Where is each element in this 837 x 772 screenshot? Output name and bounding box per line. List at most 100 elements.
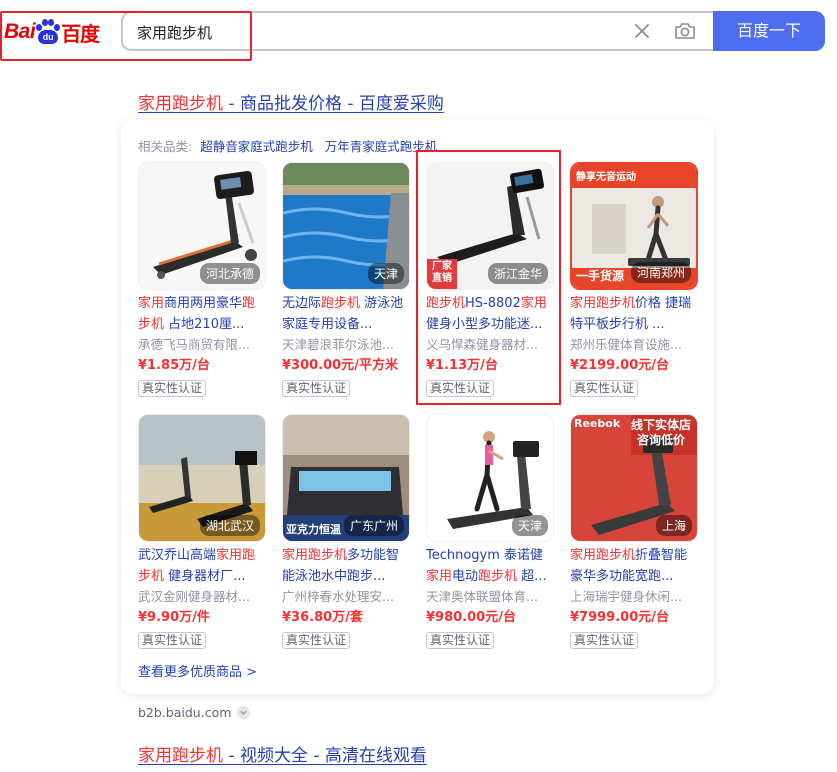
product-item[interactable]: 天津 无边际跑步机 游泳池 家庭专用设备... 天津碧浪菲尔泳池... ¥300… — [282, 162, 410, 397]
clear-icon[interactable] — [632, 21, 652, 41]
name-part: 商用两用豪华 — [164, 296, 243, 311]
product-item[interactable]: 天津 Technogym 泰诺健家用电动跑步机 超... 天津奥体联盟体育...… — [426, 414, 554, 649]
product-location: 上海 — [655, 515, 692, 536]
name-part: Technogym 泰诺健 — [426, 548, 544, 563]
name-part: 跑步机 — [478, 569, 518, 584]
product-seller[interactable]: 天津碧浪菲尔泳池... — [282, 335, 410, 355]
product-price: ¥7999.00元/台 — [570, 610, 670, 625]
image-overlay-text: 线下实体店 咨询低价 — [630, 418, 691, 447]
result-source[interactable]: b2b.baidu.com — [138, 705, 251, 720]
baidu-logo[interactable]: Bai du 百度 — [4, 14, 100, 50]
name-part: 家用跑步机 — [282, 548, 348, 563]
product-item[interactable]: 静享无音运动 一手货源 河南郑州 家用跑步机价格 捷瑞特平板步行机 ... 郑州… — [570, 162, 698, 397]
product-seller[interactable]: 天津奥体联盟体育... — [426, 587, 554, 607]
related-link-2[interactable]: 万年青家庭式跑步机 — [325, 139, 438, 154]
search-box[interactable]: 家用跑步机 — [121, 11, 714, 51]
product-image[interactable]: 湖北武汉 — [138, 414, 266, 542]
product-price: ¥1.85万/台 — [138, 358, 210, 373]
verified-badge: 真实性认证 — [282, 632, 351, 649]
chevron-down-icon[interactable] — [237, 706, 251, 719]
product-name[interactable]: 武汉乔山高端家用跑步机 健身器材厂... — [138, 545, 266, 587]
image-overlay-text: 亚克力恒温 — [286, 523, 341, 536]
result-title-2[interactable]: 家用跑步机 - 视频大全 - 高清在线观看 — [138, 741, 427, 766]
product-seller[interactable]: 广州梓春水处理安... — [282, 587, 410, 607]
name-part: HS-8802 — [465, 296, 521, 311]
product-image[interactable]: 厂家直销 浙江金华 — [426, 162, 554, 290]
name-part: 家用跑步机 — [570, 548, 636, 563]
product-location: 天津 — [511, 515, 548, 536]
result-title-1[interactable]: 家用跑步机 - 商品批发价格 - 百度爱采购 — [138, 89, 444, 114]
verified-badge: 真实性认证 — [138, 632, 207, 649]
related-categories: 相关品类: 超静音家庭式跑步机 万年青家庭式跑步机 — [138, 136, 445, 155]
result-title-2-em: 家用跑步机 — [138, 746, 223, 766]
product-seller[interactable]: 义乌悍森健身器材... — [426, 335, 554, 355]
image-overlay-top: 静享无音运动 — [576, 172, 636, 183]
product-image[interactable]: 天津 — [282, 162, 410, 290]
product-name[interactable]: 跑步机HS-8802家用健身小型多功能迷... — [426, 293, 554, 335]
product-location: 广东广州 — [343, 515, 404, 536]
product-image[interactable]: 天津 — [426, 414, 554, 542]
product-location: 湖北武汉 — [199, 515, 260, 536]
result-title-1-em: 家用跑步机 — [138, 94, 223, 114]
product-image[interactable]: Reebok 线下实体店 咨询低价 上海 — [570, 414, 698, 542]
name-part: 健身器材厂... — [164, 569, 246, 584]
product-name[interactable]: 家用商用两用豪华跑步机 占地210厘... — [138, 293, 266, 335]
result-title-1-rest: - 商品批发价格 - 百度爱采购 — [223, 94, 444, 114]
product-image[interactable]: 河北承德 — [138, 162, 266, 290]
logo-text: Bai — [4, 20, 36, 43]
product-name[interactable]: 无边际跑步机 游泳池 家庭专用设备... — [282, 293, 410, 335]
name-part: 超... — [517, 569, 547, 584]
product-item[interactable]: 亚克力恒温 广东广州 家用跑步机多功能智能泳池水中跑步... 广州梓春水处理安.… — [282, 414, 410, 649]
product-name[interactable]: 家用跑步机多功能智能泳池水中跑步... — [282, 545, 410, 587]
paw-icon: du — [36, 19, 61, 45]
name-part: 健身小型多功能迷... — [426, 317, 543, 332]
product-image[interactable]: 亚克力恒温 广东广州 — [282, 414, 410, 542]
product-item[interactable]: 湖北武汉 武汉乔山高端家用跑步机 健身器材厂... 武汉金刚健身器材... ¥9… — [138, 414, 266, 649]
name-part: 无边际 — [282, 296, 322, 311]
verified-badge: 真实性认证 — [570, 632, 639, 649]
product-price: ¥9.90万/件 — [138, 610, 210, 625]
product-location: 天津 — [367, 263, 404, 284]
product-price: ¥2199.00元/台 — [570, 358, 670, 373]
product-price: ¥1.13万/台 — [426, 358, 498, 373]
verified-badge: 真实性认证 — [570, 380, 639, 397]
product-price: ¥300.00元/平方米 — [282, 358, 398, 373]
product-item[interactable]: 河北承德 家用商用两用豪华跑步机 占地210厘... 承德飞马商贸有限... ¥… — [138, 162, 266, 397]
product-seller[interactable]: 郑州乐健体育设施... — [570, 335, 698, 355]
product-seller[interactable]: 上海瑞宇健身休闲... — [570, 587, 698, 607]
product-name[interactable]: Technogym 泰诺健家用电动跑步机 超... — [426, 545, 554, 587]
product-card: 相关品类: 超静音家庭式跑步机 万年青家庭式跑步机 河北承德 家用商用两用豪华跑… — [121, 120, 714, 694]
more-products-link[interactable]: 查看更多优质商品 > — [138, 661, 257, 680]
logo-cn-text: 百度 — [61, 21, 100, 46]
name-part: 家用 — [138, 296, 165, 311]
verified-badge: 真实性认证 — [426, 632, 495, 649]
search-input[interactable]: 家用跑步机 — [137, 22, 212, 43]
product-location: 河南郑州 — [630, 262, 691, 283]
product-price: ¥980.00元/台 — [426, 610, 516, 625]
camera-icon[interactable] — [674, 21, 696, 41]
source-domain: b2b.baidu.com — [138, 705, 232, 720]
product-location: 河北承德 — [199, 263, 260, 284]
product-name[interactable]: 家用跑步机价格 捷瑞特平板步行机 ... — [570, 293, 698, 335]
search-button[interactable]: 百度一下 — [713, 11, 825, 51]
product-seller[interactable]: 武汉金刚健身器材... — [138, 587, 266, 607]
related-label: 相关品类: — [138, 139, 193, 154]
name-part: 家用 — [520, 296, 547, 311]
verified-badge: 真实性认证 — [282, 380, 351, 397]
product-image[interactable]: 静享无音运动 一手货源 河南郑州 — [570, 162, 698, 290]
image-overlay-text: 厂家直销 — [432, 261, 452, 284]
product-location: 浙江金华 — [487, 263, 548, 284]
name-part: 家用跑步机 — [570, 296, 636, 311]
product-item[interactable]: 厂家直销 浙江金华 跑步机HS-8802家用健身小型多功能迷... 义乌悍森健身… — [426, 162, 554, 397]
name-part: 电动 — [452, 569, 479, 584]
header: Bai du 百度 家用跑步机 百度一下 — [0, 0, 837, 64]
verified-badge: 真实性认证 — [426, 380, 495, 397]
product-name[interactable]: 家用跑步机折叠智能豪华多功能宽跑... — [570, 545, 698, 587]
related-link-1[interactable]: 超静音家庭式跑步机 — [200, 139, 313, 154]
product-item[interactable]: Reebok 线下实体店 咨询低价 上海 家用跑步机折叠智能豪华多功能宽跑...… — [570, 414, 698, 649]
name-part: 跑步机 — [321, 296, 361, 311]
product-seller[interactable]: 承德飞马商贸有限... — [138, 335, 266, 355]
name-part: 占地210厘... — [164, 317, 245, 332]
name-part: 家用 — [426, 569, 453, 584]
name-part: 武汉乔山高端 — [138, 548, 217, 563]
